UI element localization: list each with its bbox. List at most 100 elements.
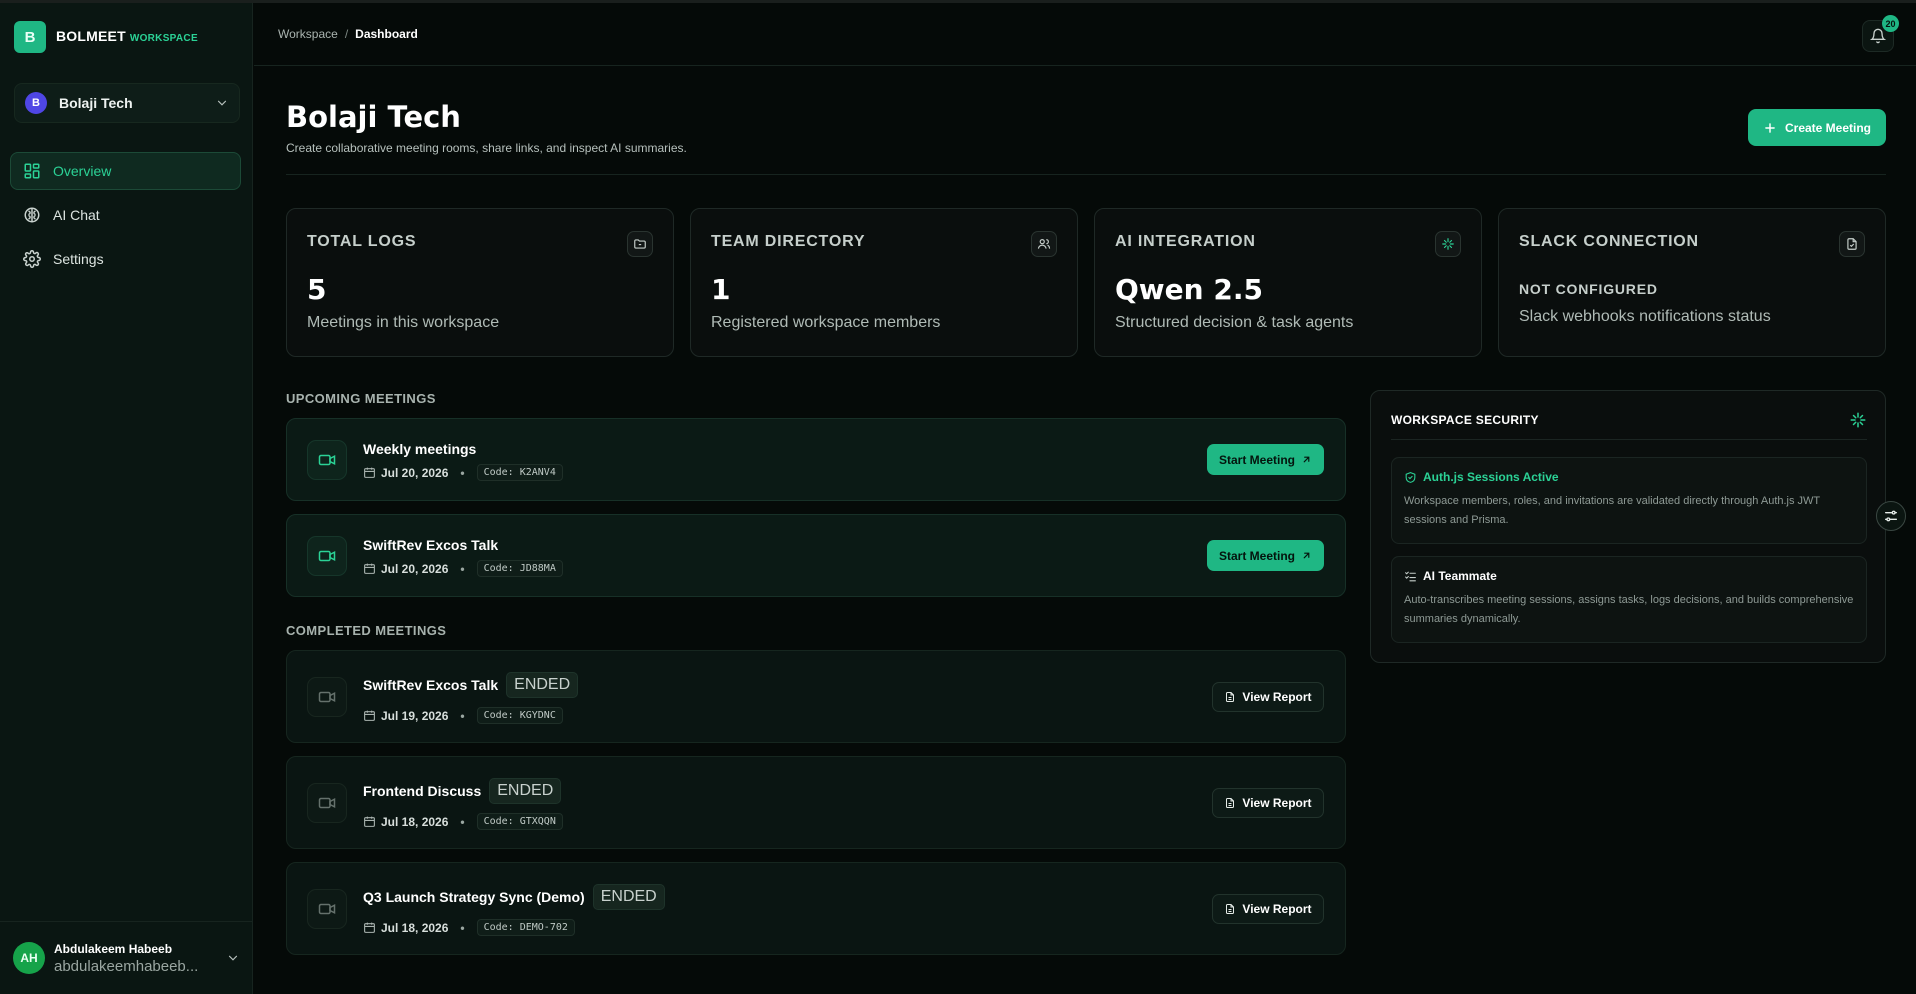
stat-label: SLACK CONNECTION — [1519, 233, 1699, 250]
report-icon — [1226, 904, 1235, 914]
calendar-icon — [364, 467, 375, 478]
meeting-row: Frontend Discuss ENDED Jul 18, 2026 • Co… — [286, 756, 1346, 849]
avatar: AH — [13, 942, 45, 974]
stat-description: Registered workspace members — [711, 314, 941, 331]
start-meeting-button[interactable]: Start Meeting — [1207, 444, 1324, 475]
status-badge: ENDED — [506, 672, 579, 698]
breadcrumb-separator: / — [344, 27, 349, 41]
workspace-security-heading: WORKSPACE SECURITY — [1391, 413, 1539, 427]
stat-description: Structured decision & task agents — [1115, 314, 1354, 331]
stat-value: Qwen 2.5 — [1115, 273, 1263, 306]
chevron-down-icon — [228, 955, 238, 961]
workspace-avatar: B — [25, 92, 47, 114]
stat-value: NOT CONFIGURED — [1519, 281, 1658, 297]
grid-icon — [24, 163, 40, 179]
sparkle-icon — [1435, 231, 1461, 257]
checklist-icon — [1405, 571, 1416, 581]
document-icon — [1839, 231, 1865, 257]
view-report-button[interactable]: View Report — [1212, 788, 1324, 818]
security-card-text: Auto-transcribes meeting sessions, assig… — [1404, 594, 1854, 625]
meta-separator: • — [460, 465, 465, 480]
video-icon — [307, 536, 347, 576]
security-card-title: AI Teammate — [1404, 569, 1854, 583]
meeting-code: Code: DEMO-702 — [476, 919, 575, 936]
calendar-icon — [364, 922, 375, 933]
video-icon — [307, 677, 347, 717]
sliders-icon — [1885, 510, 1897, 522]
meeting-code: Code: GTXQQN — [476, 813, 563, 830]
page-subtitle: Create collaborative meeting rooms, shar… — [286, 141, 687, 155]
notifications-button[interactable]: 20 — [1862, 15, 1899, 52]
meeting-title: Weekly meetings — [363, 441, 477, 457]
meeting-title-text: Frontend Discuss — [363, 783, 482, 799]
users-icon — [1031, 231, 1057, 257]
meeting-meta: Jul 19, 2026 • Code: KGYDNC — [363, 707, 563, 724]
chevron-down-icon — [217, 100, 227, 106]
breadcrumb-current: Dashboard — [355, 27, 418, 41]
bell-icon — [1870, 28, 1886, 44]
meeting-row: Weekly meetings Jul 20, 2026 • Code: K2A… — [286, 418, 1346, 501]
top-bar: Workspace / Dashboard 20 — [254, 3, 1916, 66]
folder-icon — [627, 231, 653, 257]
brand[interactable]: B BOLMEET WORKSPACE — [14, 21, 198, 53]
calendar-icon — [364, 710, 375, 721]
security-card-title-text: Auth.js Sessions Active — [1423, 470, 1559, 484]
stat-value: 5 — [307, 273, 327, 306]
floating-panel-toggle[interactable] — [1876, 501, 1906, 531]
security-card-title: Auth.js Sessions Active — [1404, 470, 1854, 484]
stat-card-team-directory: TEAM DIRECTORY 1 Registered workspace me… — [690, 208, 1078, 357]
sidebar-item-settings[interactable]: Settings — [10, 240, 241, 278]
security-card-title-text: AI Teammate — [1423, 569, 1497, 583]
stat-label: TEAM DIRECTORY — [711, 233, 866, 250]
meeting-date: Jul 20, 2026 — [381, 561, 449, 576]
arrow-up-right-icon — [1303, 552, 1310, 559]
meeting-date: Jul 19, 2026 — [381, 708, 449, 723]
plus-icon — [1765, 122, 1775, 133]
meeting-title-text: SwiftRev Excos Talk — [363, 677, 499, 693]
completed-meetings-heading: COMPLETED MEETINGS — [286, 623, 447, 638]
start-meeting-label: Start Meeting — [1218, 548, 1295, 563]
page-title: Bolaji Tech — [286, 100, 461, 134]
report-icon — [1226, 798, 1235, 808]
meeting-date: Jul 20, 2026 — [381, 465, 449, 480]
workspace-switcher[interactable]: B Bolaji Tech — [14, 83, 240, 123]
meeting-meta: Jul 18, 2026 • Code: GTXQQN — [363, 813, 563, 830]
start-meeting-button[interactable]: Start Meeting — [1207, 540, 1324, 571]
arrow-up-right-icon — [1303, 456, 1310, 463]
brand-sub: WORKSPACE — [129, 33, 198, 44]
meeting-meta: Jul 20, 2026 • Code: JD88MA — [363, 560, 563, 577]
user-menu[interactable]: AH Abdulakeem Habeeb abdulakeemhabeeb... — [0, 921, 253, 994]
create-meeting-button[interactable]: Create Meeting — [1748, 109, 1886, 146]
security-card-ai-teammate: AI Teammate Auto-transcribes meeting ses… — [1391, 556, 1867, 643]
sparkle-icon — [1850, 412, 1866, 428]
meeting-title: SwiftRev Excos Talk — [363, 537, 499, 553]
brand-logo: B — [14, 21, 46, 53]
view-report-button[interactable]: View Report — [1212, 682, 1324, 712]
stat-card-slack-connection: SLACK CONNECTION NOT CONFIGURED Slack we… — [1498, 208, 1886, 357]
header-divider — [286, 174, 1886, 175]
calendar-icon — [364, 816, 375, 827]
stat-card-ai-integration: AI INTEGRATION Qwen 2.5 Structured decis… — [1094, 208, 1482, 357]
workspace-name: Bolaji Tech — [59, 95, 133, 111]
security-card-text: Workspace members, roles, and invitation… — [1404, 495, 1820, 526]
calendar-icon — [364, 563, 375, 574]
start-meeting-label: Start Meeting — [1218, 452, 1295, 467]
sidebar-item-label: Overview — [53, 163, 112, 179]
view-report-label: View Report — [1242, 796, 1312, 810]
meeting-title: SwiftRev Excos Talk ENDED — [363, 672, 579, 698]
view-report-button[interactable]: View Report — [1212, 894, 1324, 924]
meta-separator: • — [460, 708, 465, 723]
ai-brain-icon — [24, 207, 40, 223]
breadcrumb-workspace[interactable]: Workspace — [278, 27, 338, 41]
meta-separator: • — [460, 561, 465, 576]
sidebar-item-overview[interactable]: Overview — [10, 152, 241, 190]
video-icon — [307, 440, 347, 480]
sidebar-item-ai-chat[interactable]: AI Chat — [10, 196, 241, 234]
report-icon — [1226, 692, 1235, 702]
meeting-row: SwiftRev Excos Talk ENDED Jul 19, 2026 •… — [286, 650, 1346, 743]
meeting-meta: Jul 20, 2026 • Code: K2ANV4 — [363, 464, 563, 481]
sidebar: B BOLMEET WORKSPACE B Bolaji Tech Overvie… — [0, 3, 253, 994]
shield-check-icon — [1405, 471, 1416, 483]
breadcrumb: Workspace / Dashboard — [278, 27, 418, 41]
stat-card-total-logs: TOTAL LOGS 5 Meetings in this workspace — [286, 208, 674, 357]
